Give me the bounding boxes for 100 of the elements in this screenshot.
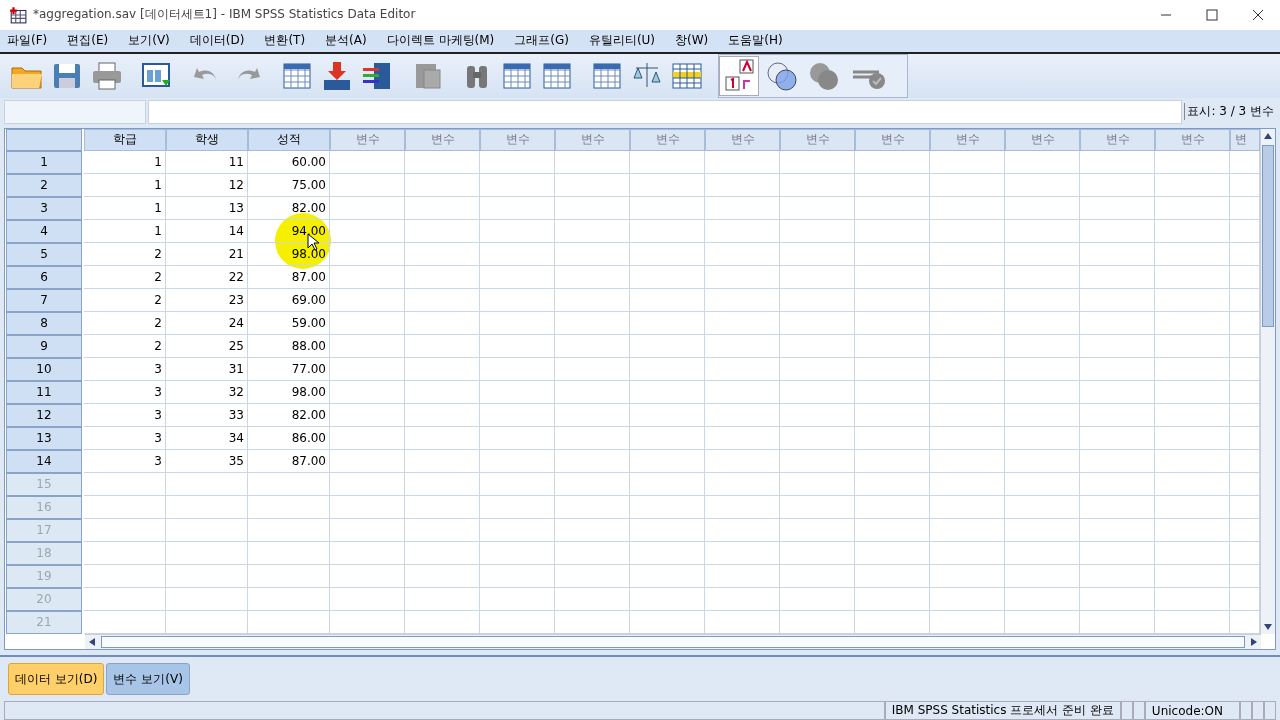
table-cell[interactable] [630,196,705,220]
table-cell[interactable] [930,472,1005,496]
table-cell[interactable] [1155,357,1230,381]
table-cell[interactable]: 23 [166,288,248,312]
table-cell[interactable] [780,242,855,266]
table-cell[interactable] [555,587,630,611]
column-header[interactable]: 변수 [555,128,630,151]
table-cell[interactable] [330,380,405,404]
column-header[interactable]: 학급 [84,128,166,151]
table-cell[interactable] [555,357,630,381]
table-cell[interactable] [930,449,1005,473]
table-cell[interactable] [930,242,1005,266]
table-cell[interactable] [1005,357,1080,381]
table-cell[interactable] [780,610,855,634]
table-cell[interactable] [84,518,166,542]
table-cell[interactable] [1080,288,1155,312]
table-cell[interactable] [1080,265,1155,289]
table-cell[interactable] [930,150,1005,174]
table-cell[interactable]: 87.00 [248,449,330,473]
table-cell[interactable] [1005,265,1080,289]
table-cell[interactable] [480,403,555,427]
table-cell[interactable] [405,472,480,496]
menu-item[interactable]: 변환(T) [264,32,306,50]
table-cell[interactable] [480,196,555,220]
table-cell[interactable] [630,564,705,588]
table-cell[interactable] [480,357,555,381]
table-cell[interactable] [330,564,405,588]
table-cell[interactable]: 14 [166,219,248,243]
table-cell[interactable] [1080,495,1155,519]
table-cell[interactable] [1155,265,1230,289]
maximize-icon[interactable] [1206,8,1218,21]
table-cell[interactable] [855,495,930,519]
column-header[interactable]: 변수 [1005,128,1080,151]
value-labels-icon[interactable] [719,55,759,96]
column-header[interactable]: 변수 [405,128,480,151]
table-cell[interactable] [780,518,855,542]
table-cell[interactable] [630,334,705,358]
table-cell[interactable] [84,472,166,496]
table-cell[interactable] [405,449,480,473]
table-cell[interactable] [1080,150,1155,174]
table-cell[interactable] [1080,610,1155,634]
table-cell[interactable] [705,311,780,335]
table-cell[interactable] [330,587,405,611]
table-cell[interactable] [405,518,480,542]
table-cell[interactable] [705,150,780,174]
table-cell[interactable] [84,495,166,519]
menu-item[interactable]: 데이터(D) [189,32,245,50]
table-cell[interactable]: 3 [84,357,166,381]
table-cell[interactable] [705,610,780,634]
table-cell[interactable] [1005,196,1080,220]
table-cell[interactable] [930,564,1005,588]
table-cell[interactable] [405,265,480,289]
table-cell[interactable]: 11 [166,150,248,174]
table-cell[interactable] [930,311,1005,335]
table-cell[interactable] [780,196,855,220]
table-cell[interactable] [555,472,630,496]
table-cell[interactable] [930,288,1005,312]
table-cell[interactable] [780,265,855,289]
row-header[interactable]: 3 [6,196,82,220]
column-header[interactable]: 성적 [248,128,330,151]
table-cell[interactable] [1080,449,1155,473]
table-cell[interactable] [166,541,248,565]
menu-item[interactable]: 파일(F) [7,32,48,50]
table-cell[interactable]: 2 [84,311,166,335]
table-cell[interactable] [780,380,855,404]
column-header[interactable]: 변수 [480,128,555,151]
table-cell[interactable] [630,449,705,473]
table-cell[interactable] [248,472,330,496]
table-cell[interactable] [84,587,166,611]
table-cell[interactable] [1005,150,1080,174]
table-cell[interactable] [555,610,630,634]
table-cell[interactable] [930,587,1005,611]
table-cell[interactable] [1155,288,1230,312]
table-cell[interactable] [405,380,480,404]
table-cell[interactable] [1155,380,1230,404]
table-cell[interactable]: 3 [84,380,166,404]
table-cell[interactable] [405,242,480,266]
table-cell[interactable] [330,403,405,427]
table-cell[interactable]: 1 [84,219,166,243]
table-cell[interactable] [855,564,930,588]
table-cell[interactable] [480,610,555,634]
table-cell[interactable] [248,587,330,611]
table-cell[interactable] [855,311,930,335]
table-cell[interactable] [930,518,1005,542]
table-cell[interactable] [855,334,930,358]
table-cell[interactable] [555,518,630,542]
table-cell[interactable]: 77.00 [248,357,330,381]
table-cell[interactable] [1155,610,1230,634]
table-cell[interactable] [330,219,405,243]
table-cell[interactable] [630,610,705,634]
table-cell[interactable] [330,334,405,358]
table-cell[interactable] [166,495,248,519]
table-cell[interactable] [330,150,405,174]
row-header[interactable]: 1 [6,150,82,174]
table-cell[interactable] [705,288,780,312]
table-cell[interactable] [855,472,930,496]
table-cell[interactable] [630,150,705,174]
table-cell[interactable] [166,518,248,542]
table-cell[interactable]: 1 [84,173,166,197]
table-cell[interactable]: 22 [166,265,248,289]
